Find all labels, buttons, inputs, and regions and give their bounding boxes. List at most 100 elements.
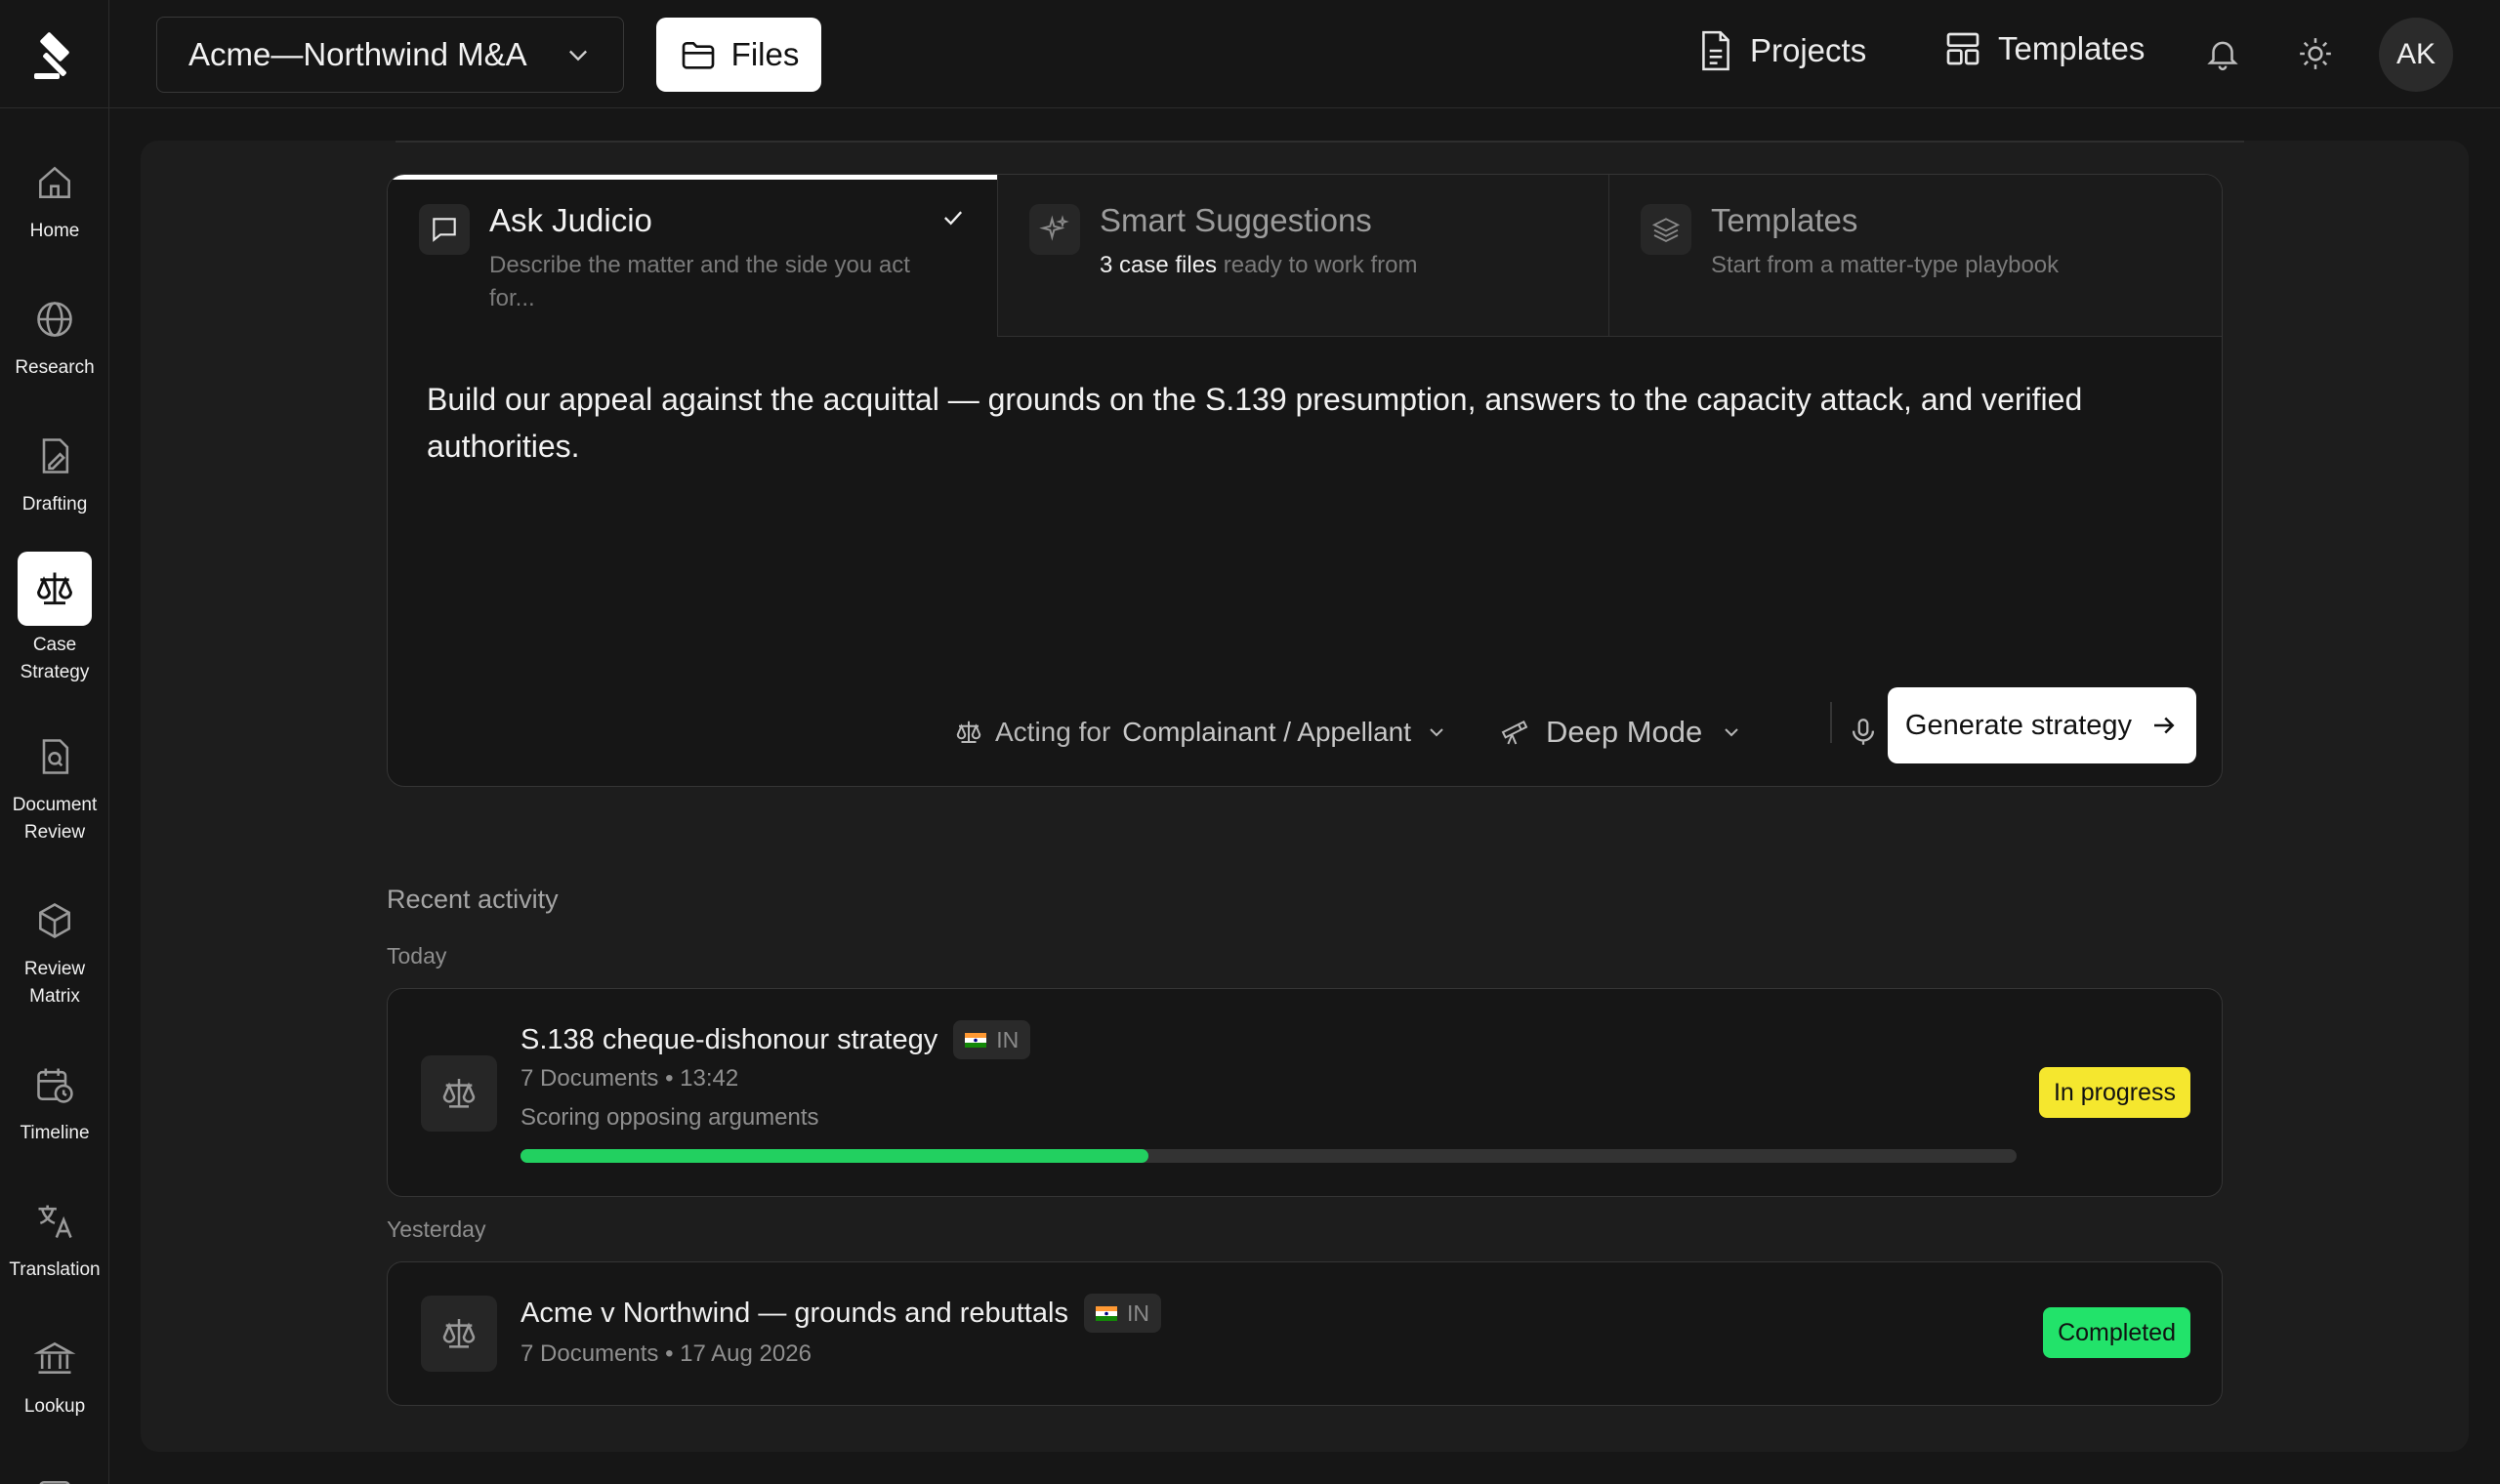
case-files-count: 3 case files xyxy=(1100,252,1218,278)
jurisdiction-badge: IN xyxy=(1083,1294,1161,1333)
activity-meta: 7 Documents • 13:42 xyxy=(521,1065,739,1092)
acting-for-value: Complainant / Appellant xyxy=(1122,717,1412,747)
activity-title-text: S.138 cheque-dishonour strategy xyxy=(521,1023,938,1055)
voice-input-button[interactable] xyxy=(1839,697,1888,767)
arrow-right-icon xyxy=(2154,717,2175,734)
cube-icon xyxy=(18,884,92,958)
tab-subtitle: Start from a matter-type playbook xyxy=(1711,252,2060,278)
prompt-input[interactable]: Build our appeal against the acquittal —… xyxy=(427,376,2175,470)
document-icon xyxy=(1702,30,1729,71)
chevron-down-icon xyxy=(569,50,587,62)
activity-step: Scoring opposing arguments xyxy=(521,1104,819,1131)
sidebar-item-case-strategy[interactable]: Case Strategy xyxy=(0,552,108,686)
main-panel: Ask Judicio Describe the matter and the … xyxy=(141,141,2469,1452)
tab-ask-judicio[interactable]: Ask Judicio Describe the matter and the … xyxy=(388,175,997,337)
bank-icon xyxy=(18,1321,92,1395)
jurisdiction-code: IN xyxy=(996,1026,1020,1052)
sidebar-item-timeline[interactable]: Timeline xyxy=(0,1048,108,1147)
home-icon xyxy=(18,145,92,220)
notifications-button[interactable] xyxy=(2198,29,2247,78)
scales-icon xyxy=(421,1296,497,1372)
jurisdiction-badge: IN xyxy=(953,1020,1031,1059)
sidebar-item-label: Research xyxy=(15,357,95,378)
mode-select[interactable]: Deep Mode xyxy=(1499,697,1743,767)
acting-for-prefix: Acting for xyxy=(995,717,1111,747)
generate-label: Generate strategy xyxy=(1904,709,2133,741)
tab-title: Templates xyxy=(1711,202,1858,238)
sidebar-item-drafting[interactable]: Drafting xyxy=(0,419,108,518)
divider xyxy=(1830,702,1832,743)
sidebar-item-lookup[interactable]: Lookup xyxy=(0,1321,108,1421)
activity-title-text: Acme v Northwind — grounds and rebuttals xyxy=(521,1297,1068,1329)
mode-label: Deep Mode xyxy=(1546,715,1703,749)
recent-activity-title: Recent activity xyxy=(387,885,559,914)
files-button[interactable]: Files xyxy=(656,18,821,92)
activity-meta: 7 Documents • 17 Aug 2026 xyxy=(521,1340,812,1367)
tab-title: Ask Judicio xyxy=(489,202,652,238)
tab-title: Smart Suggestions xyxy=(1100,202,1372,238)
microphone-icon xyxy=(1852,719,1875,745)
sun-icon xyxy=(2300,38,2331,69)
tab-subtitle: 3 case files ready to work from xyxy=(1100,249,1559,282)
progress-bar xyxy=(521,1149,2017,1163)
chevron-down-icon xyxy=(1725,728,1738,737)
calendar-clock-icon xyxy=(18,1048,92,1122)
strategy-composer: Ask Judicio Describe the matter and the … xyxy=(387,174,2223,787)
project-name: Acme—Northwind M&A xyxy=(188,36,527,72)
sidebar-item-label: Drafting xyxy=(21,494,88,515)
divider xyxy=(396,141,2244,143)
sidebar-item-review-matrix[interactable]: Review Matrix xyxy=(0,884,108,1010)
avatar-initials: AK xyxy=(2396,38,2437,70)
telescope-icon xyxy=(1501,720,1528,745)
tab-smart-suggestions[interactable]: Smart Suggestions 3 case files ready to … xyxy=(997,175,1608,337)
project-selector[interactable]: Acme—Northwind M&A xyxy=(156,17,624,93)
acting-for-select[interactable]: Acting for Complainant / Appellant xyxy=(954,697,1448,767)
sidebar-item-translation[interactable]: Translation xyxy=(0,1184,108,1284)
document-search-icon xyxy=(18,720,92,794)
india-flag-icon xyxy=(965,1032,987,1048)
activity-title: Acme v Northwind — grounds and rebuttals… xyxy=(521,1294,1161,1333)
sidebar-item-home[interactable]: Home xyxy=(0,145,108,245)
files-label: Files xyxy=(730,36,800,72)
sidebar-item-label: Translation xyxy=(9,1259,101,1280)
sidebar-item-label: Home xyxy=(29,221,80,241)
jurisdiction-code: IN xyxy=(1126,1299,1149,1326)
templates-link[interactable]: Templates xyxy=(1943,29,2145,68)
generate-strategy-button[interactable]: Generate strategy xyxy=(1888,687,2196,763)
india-flag-icon xyxy=(1095,1305,1117,1321)
sidebar-item-label: Lookup xyxy=(23,1396,86,1417)
sidebar-item-research[interactable]: Research xyxy=(0,282,108,382)
check-icon xyxy=(944,211,963,226)
activity-card[interactable]: S.138 cheque-dishonour strategy IN 7 Doc… xyxy=(387,988,2223,1197)
sidebar-item-more[interactable] xyxy=(0,1460,108,1484)
sidebar-item-label: Document Review xyxy=(12,795,98,843)
projects-link[interactable]: Projects xyxy=(1697,29,1866,72)
layers-icon xyxy=(1641,204,1691,255)
gavel-logo-icon[interactable] xyxy=(0,0,109,108)
sidebar-item-label: Case Strategy xyxy=(20,635,90,682)
templates-label: Templates xyxy=(1998,30,2146,66)
scales-icon xyxy=(956,721,981,743)
sidebar: Home Research Drafting Case Strategy Doc… xyxy=(0,108,109,1484)
sidebar-item-label: Review Matrix xyxy=(23,959,86,1007)
progress-fill xyxy=(521,1149,1149,1163)
activity-card[interactable]: Acme v Northwind — grounds and rebuttals… xyxy=(387,1261,2223,1406)
projects-label: Projects xyxy=(1750,32,1867,68)
active-tab-indicator xyxy=(388,175,997,180)
folder-icon xyxy=(682,42,714,69)
avatar[interactable]: AK xyxy=(2379,18,2453,92)
sidebar-item-label: Timeline xyxy=(20,1123,90,1143)
grid-icon xyxy=(18,1460,92,1484)
sidebar-item-document-review[interactable]: Document Review xyxy=(0,720,108,846)
chat-bubble-icon xyxy=(419,204,470,255)
layout-template-icon xyxy=(1946,32,1979,65)
bell-icon xyxy=(2207,41,2238,71)
status-badge: In progress xyxy=(2038,1067,2190,1118)
sparkle-icon xyxy=(1029,204,1080,255)
pen-document-icon xyxy=(18,419,92,493)
translate-icon xyxy=(18,1184,92,1258)
tab-templates[interactable]: Templates Start from a matter-type playb… xyxy=(1608,175,2222,337)
theme-toggle[interactable] xyxy=(2291,29,2340,78)
day-label-today: Today xyxy=(387,943,447,969)
day-label-yesterday: Yesterday xyxy=(387,1216,486,1242)
